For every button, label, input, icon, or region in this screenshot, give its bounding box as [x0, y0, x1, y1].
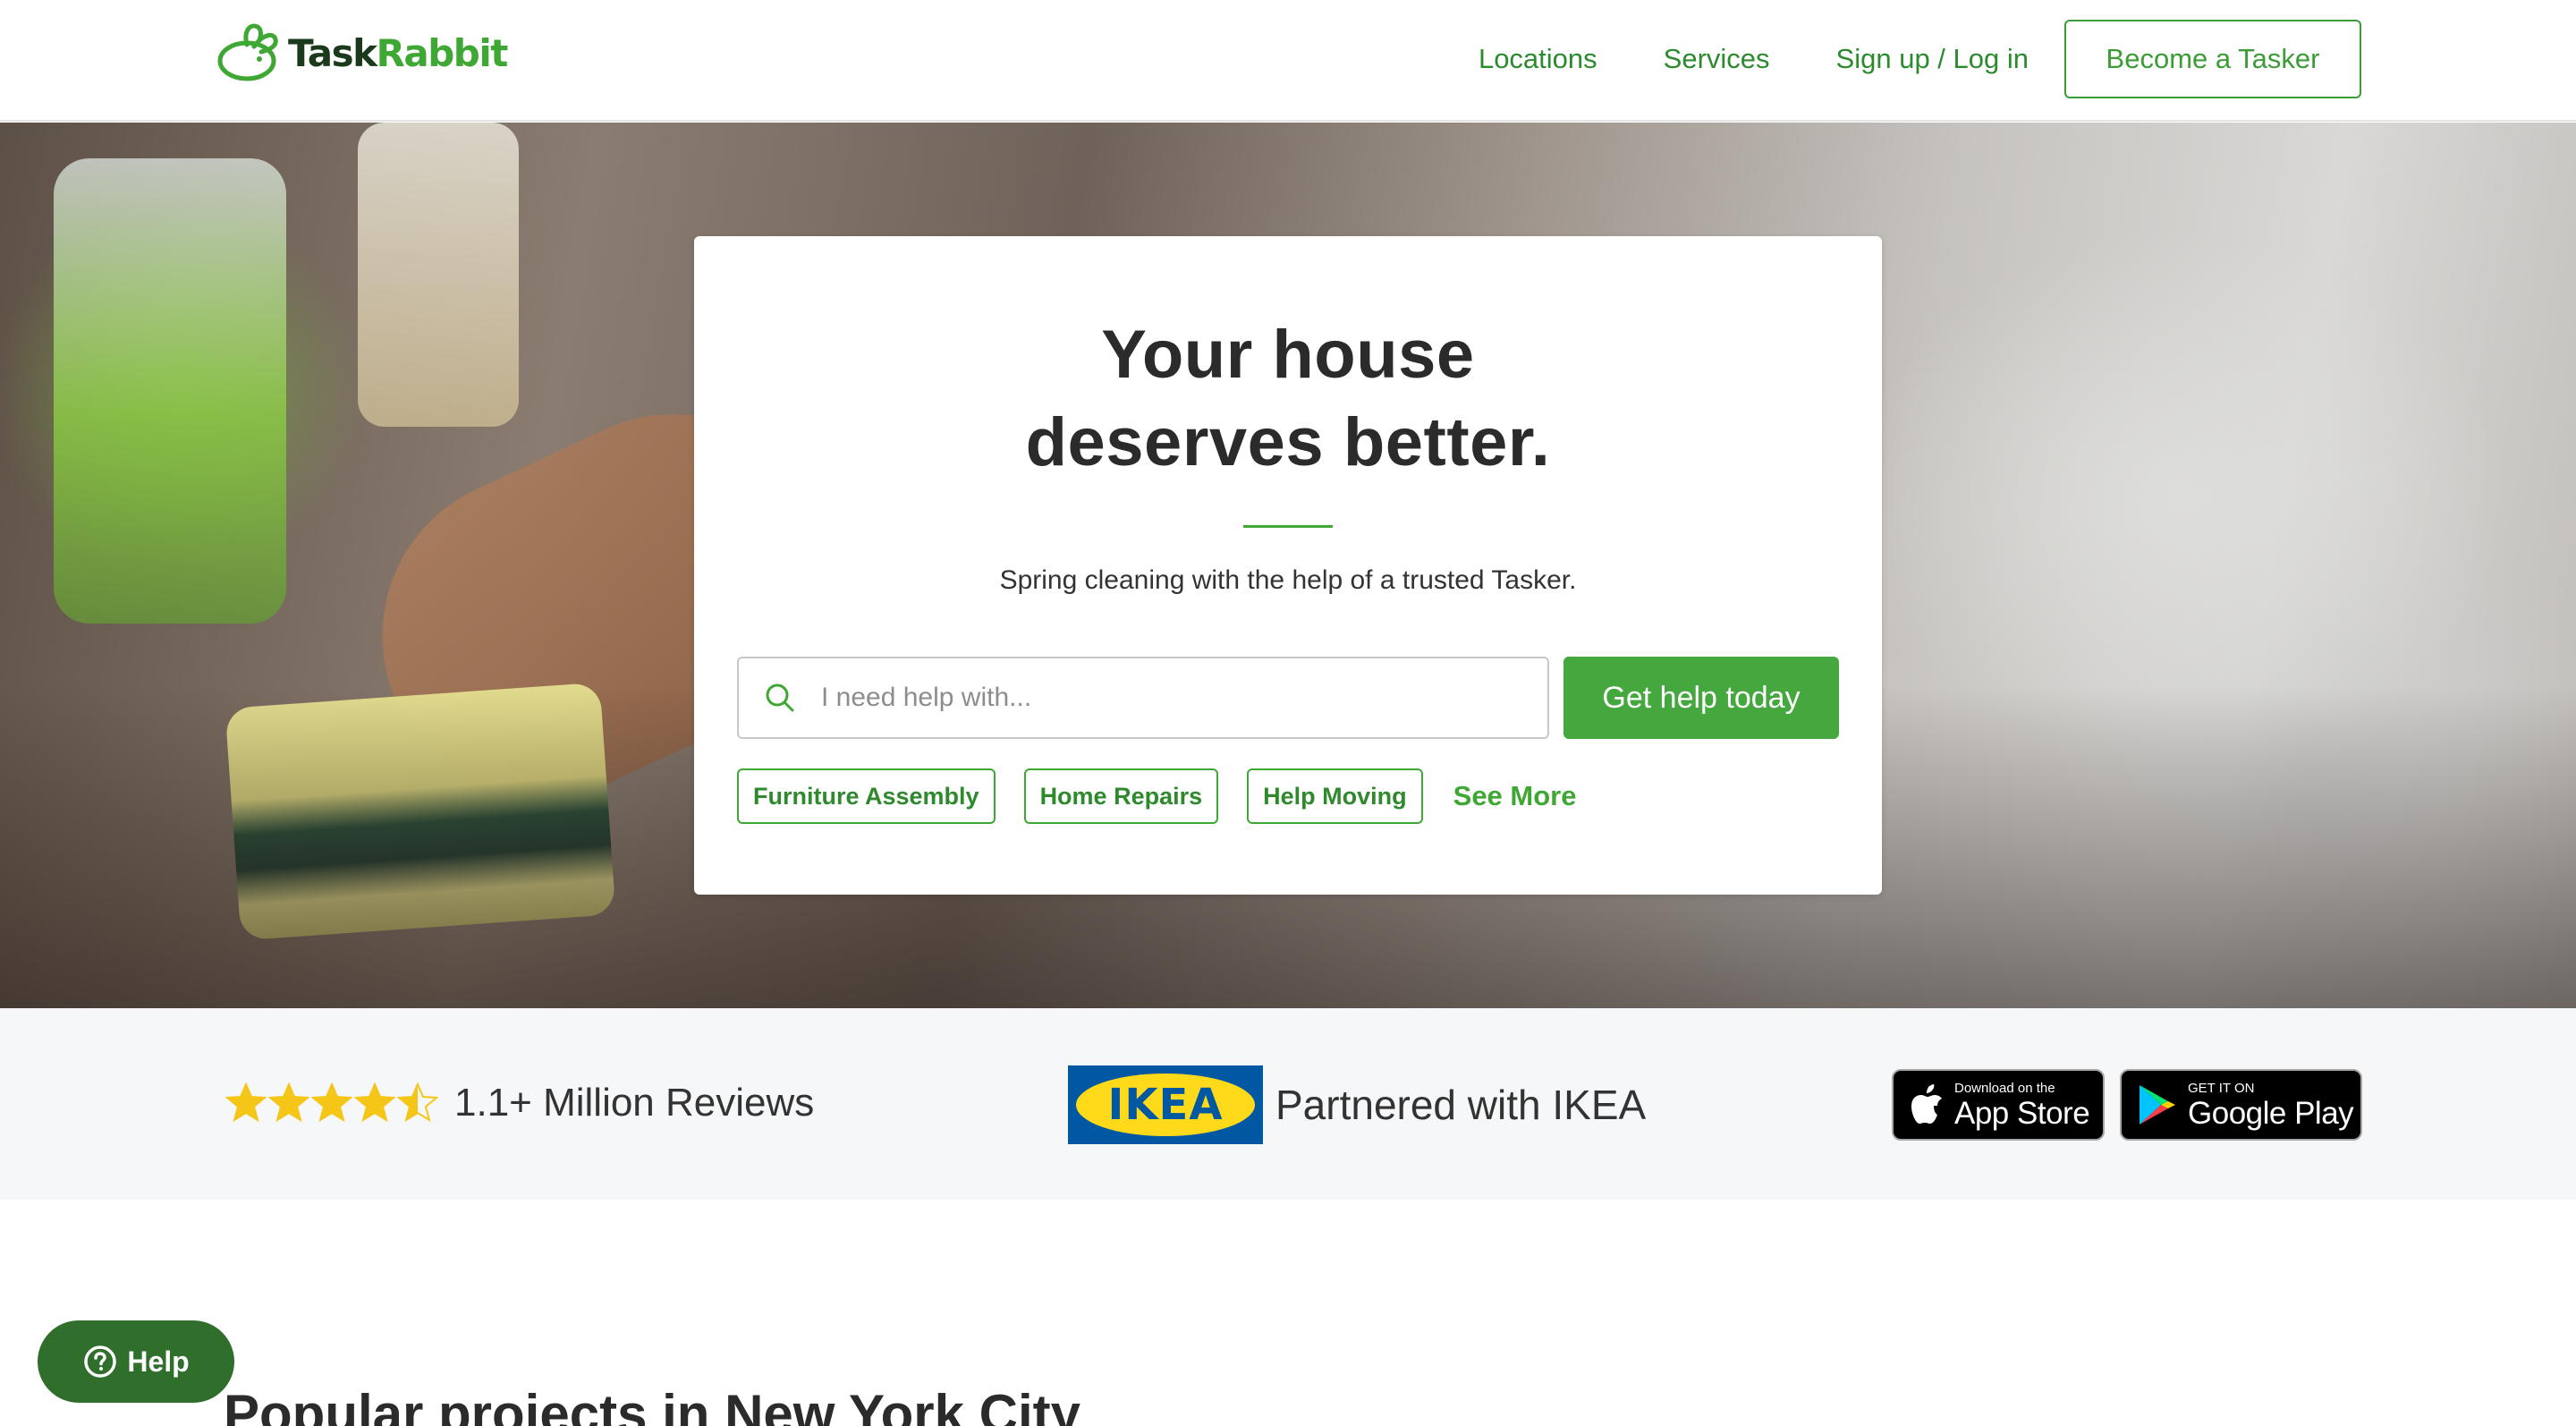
reviews-count-text: 1.1+ Million Reviews	[454, 1081, 815, 1125]
question-circle-icon	[84, 1345, 117, 1378]
hero-bg-bottle-2	[358, 123, 519, 427]
hero-title: Your house deserves better.	[694, 311, 1882, 487]
app-store-big-text: App Store	[1954, 1095, 2090, 1131]
app-store-small-text: Download on the	[1954, 1080, 2055, 1096]
help-widget-button[interactable]: Help	[38, 1320, 234, 1403]
ikea-logo: IKEA	[1068, 1065, 1263, 1144]
google-play-small-text: GET IT ON	[2188, 1080, 2255, 1096]
nav-services-link[interactable]: Services	[1664, 43, 1770, 75]
star-icon	[354, 1082, 395, 1123]
chip-help-moving[interactable]: Help Moving	[1247, 768, 1423, 824]
logo-wordmark: TaskRabbit	[288, 30, 509, 75]
get-help-today-button[interactable]: Get help today	[1563, 657, 1839, 739]
ikea-logo-text: IKEA	[1107, 1080, 1224, 1130]
hero-divider	[1243, 525, 1333, 528]
chip-home-repairs[interactable]: Home Repairs	[1023, 768, 1219, 824]
star-icon	[397, 1082, 438, 1123]
nav-signup-login-link[interactable]: Sign up / Log in	[1836, 43, 2029, 75]
help-widget-label: Help	[127, 1345, 190, 1378]
logo-wordmark-task: Task	[288, 30, 377, 75]
ikea-logo-oval: IKEA	[1076, 1074, 1255, 1136]
main-nav: Locations Services Sign up / Log in Beco…	[1479, 20, 2361, 98]
hero-title-line-2: deserves better.	[1025, 404, 1551, 480]
site-header: TaskRabbit Locations Services Sign up / …	[0, 0, 2576, 122]
google-play-badge[interactable]: GET IT ON Google Play	[2120, 1069, 2362, 1141]
google-play-icon	[2140, 1085, 2175, 1125]
become-tasker-button[interactable]: Become a Tasker	[2064, 20, 2361, 98]
partnered-with-ikea-text: Partnered with IKEA	[1275, 1082, 1647, 1128]
hero-subtitle: Spring cleaning with the help of a trust…	[999, 565, 1577, 595]
chip-furniture-assembly[interactable]: Furniture Assembly	[737, 768, 996, 824]
app-store-badge[interactable]: Download on the App Store	[1892, 1069, 2105, 1141]
star-icon	[225, 1082, 267, 1123]
logo-wordmark-rabbit: Rabbit	[376, 30, 509, 75]
apple-icon	[1911, 1084, 1942, 1124]
star-rating	[225, 1082, 440, 1124]
task-search-box[interactable]	[737, 657, 1549, 739]
task-search-input[interactable]	[821, 683, 1519, 713]
reviews-summary: 1.1+ Million Reviews	[225, 1076, 814, 1130]
nav-locations-link[interactable]: Locations	[1479, 43, 1597, 75]
popular-projects-heading: Popular projects in New York City	[224, 1384, 1081, 1426]
search-icon	[766, 683, 794, 712]
star-icon	[311, 1082, 352, 1123]
hero-bg-bottle	[54, 158, 286, 624]
rabbit-logo-icon	[217, 23, 278, 81]
taskrabbit-logo[interactable]: TaskRabbit	[211, 21, 509, 84]
ikea-partnership: IKEA Partnered with IKEA	[1068, 1065, 1646, 1144]
hero-title-line-1: Your house	[1101, 317, 1475, 393]
see-more-link[interactable]: See More	[1453, 780, 1577, 812]
star-icon	[268, 1082, 309, 1123]
google-play-big-text: Google Play	[2188, 1095, 2354, 1131]
quick-task-chips: Furniture Assembly Home Repairs Help Mov…	[737, 768, 1576, 825]
trust-bar: 1.1+ Million Reviews IKEA Partnered with…	[0, 1008, 2576, 1200]
hero-card: Your house deserves better. Spring clean…	[694, 236, 1882, 895]
